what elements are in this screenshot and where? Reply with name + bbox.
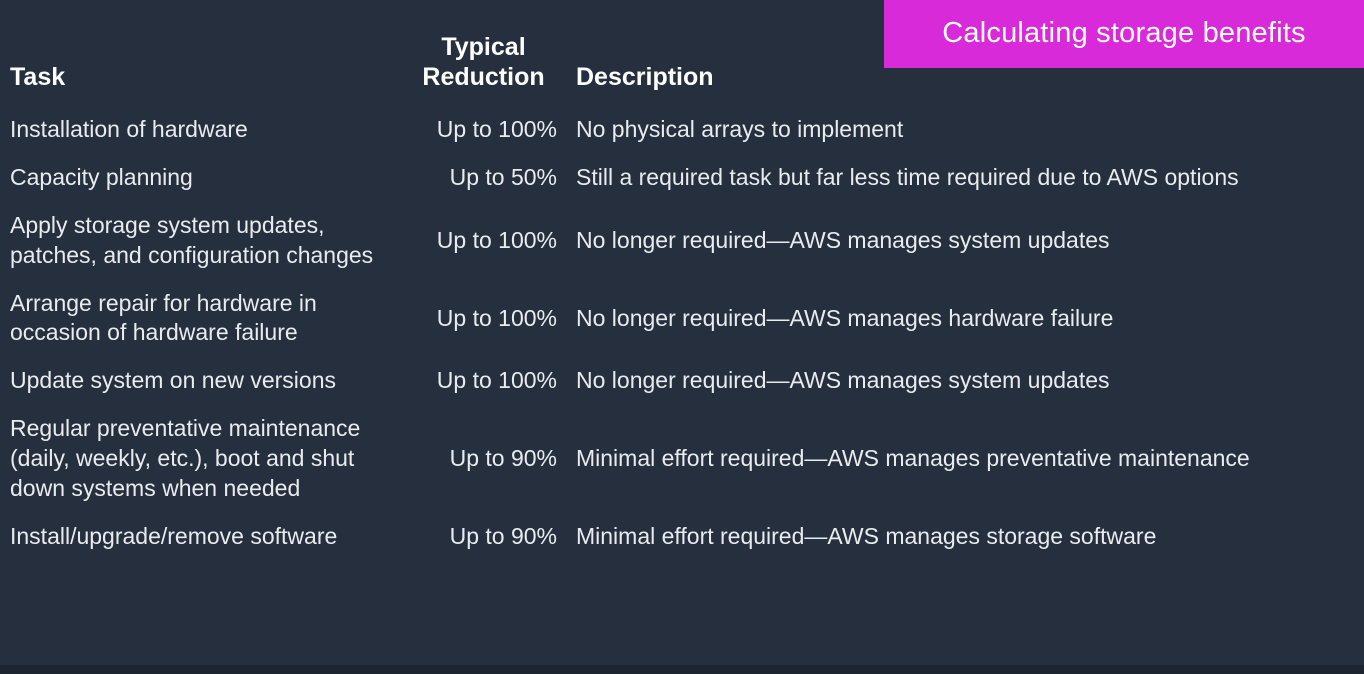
table-row: Capacity planning Up to 50% Still a requ… [0,154,1364,202]
table-body: Installation of hardware Up to 100% No p… [0,106,1364,561]
slide-title-banner: Calculating storage benefits [884,0,1364,68]
cell-description: Minimal effort required—AWS manages stor… [576,522,1157,549]
column-header-task: Task [10,62,66,91]
cell-description: Minimal effort required—AWS manages prev… [576,445,1250,472]
cell-reduction: Up to 100% [436,367,557,394]
cell-description: No physical arrays to implement [576,116,904,142]
slide-title: Calculating storage benefits [942,17,1306,50]
table-row: Apply storage system updates, patches, a… [0,202,1364,280]
column-header-typical-reduction: Typical Reduction [410,0,568,106]
cell-description: No longer required—AWS manages system up… [576,367,1110,394]
cell-task: Install/upgrade/remove software [10,522,338,549]
cell-description: No longer required—AWS manages system up… [576,226,1110,253]
table-row: Arrange repair for hardware in occasion … [0,280,1364,358]
cell-reduction: Up to 90% [449,445,557,472]
table-row: Install/upgrade/remove software Up to 90… [0,513,1364,561]
bottom-accent-strip [0,665,1364,674]
table-row: Update system on new versions Up to 100%… [0,357,1364,405]
storage-benefits-table: Task Typical Reduction Description Insta… [0,0,1364,561]
cell-task: Arrange repair for hardware in occasion … [10,289,317,346]
slide-canvas: Task Typical Reduction Description Insta… [0,0,1364,674]
cell-description: Still a required task but far less time … [576,163,1239,190]
cell-reduction: Up to 90% [449,522,557,549]
column-header-typical-reduction-line2: Reduction [422,62,545,91]
cell-reduction: Up to 100% [436,304,557,331]
table-row: Installation of hardware Up to 100% No p… [0,106,1364,154]
cell-reduction: Up to 100% [436,116,557,142]
cell-task: Update system on new versions [10,367,336,394]
table-row: Regular preventative maintenance (daily,… [0,405,1364,513]
column-header-typical-reduction-line1: Typical [441,33,526,61]
cell-reduction: Up to 50% [449,163,557,190]
cell-task: Apply storage system updates, patches, a… [10,211,374,268]
cell-task: Regular preventative maintenance (daily,… [10,415,361,502]
cell-description: No longer required—AWS manages hardware … [576,304,1114,331]
cell-task: Installation of hardware [10,116,248,142]
cell-task: Capacity planning [10,163,193,190]
cell-reduction: Up to 100% [436,226,557,253]
